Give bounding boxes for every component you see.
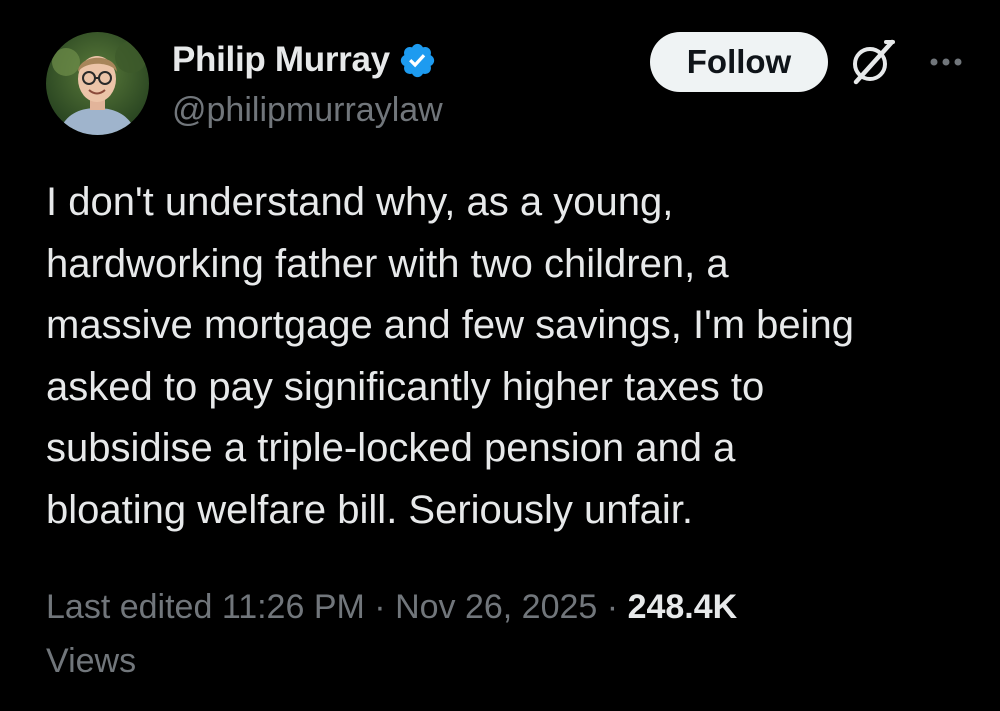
verified-badge-icon [398,41,437,80]
tweet-text-line: I don't understand why, as a young, [46,180,674,224]
tweet-text-line: subsidise a triple-locked pension and a [46,426,736,470]
views-label: Views [46,642,137,680]
avatar[interactable] [46,32,149,135]
meta-separator: · [606,588,619,626]
tweet-date[interactable]: Nov 26, 2025 [395,588,597,626]
user-handle[interactable]: @philipmurraylaw [172,91,443,130]
tweet-text-line: bloating welfare bill. Seriously unfair. [46,487,694,532]
tweet-text-line: massive mortgage and few savings, I'm be… [46,303,855,347]
tweet-card: Philip Murray @philipmurraylaw Follow I … [0,0,1000,711]
tweet-text-line: hardworking father with two children, a [46,241,729,286]
tweet-time[interactable]: 11:26 PM [222,588,365,626]
display-name[interactable]: Philip Murray [172,40,390,80]
tweet-text-line: asked to pay significantly higher taxes … [46,364,765,409]
follow-button[interactable]: Follow [650,32,828,92]
tweet-text: I don't understand why, as a young, hard… [46,172,981,541]
display-name-row: Philip Murray [172,38,437,82]
meta-separator: · [374,588,386,626]
views-count[interactable]: 248.4K [628,588,738,626]
grok-icon[interactable] [846,36,898,88]
more-options-icon[interactable] [921,44,971,80]
edited-label[interactable]: Last edited [46,588,212,626]
tweet-meta: Last edited 11:26 PM · Nov 26, 2025 · 24… [46,580,981,688]
